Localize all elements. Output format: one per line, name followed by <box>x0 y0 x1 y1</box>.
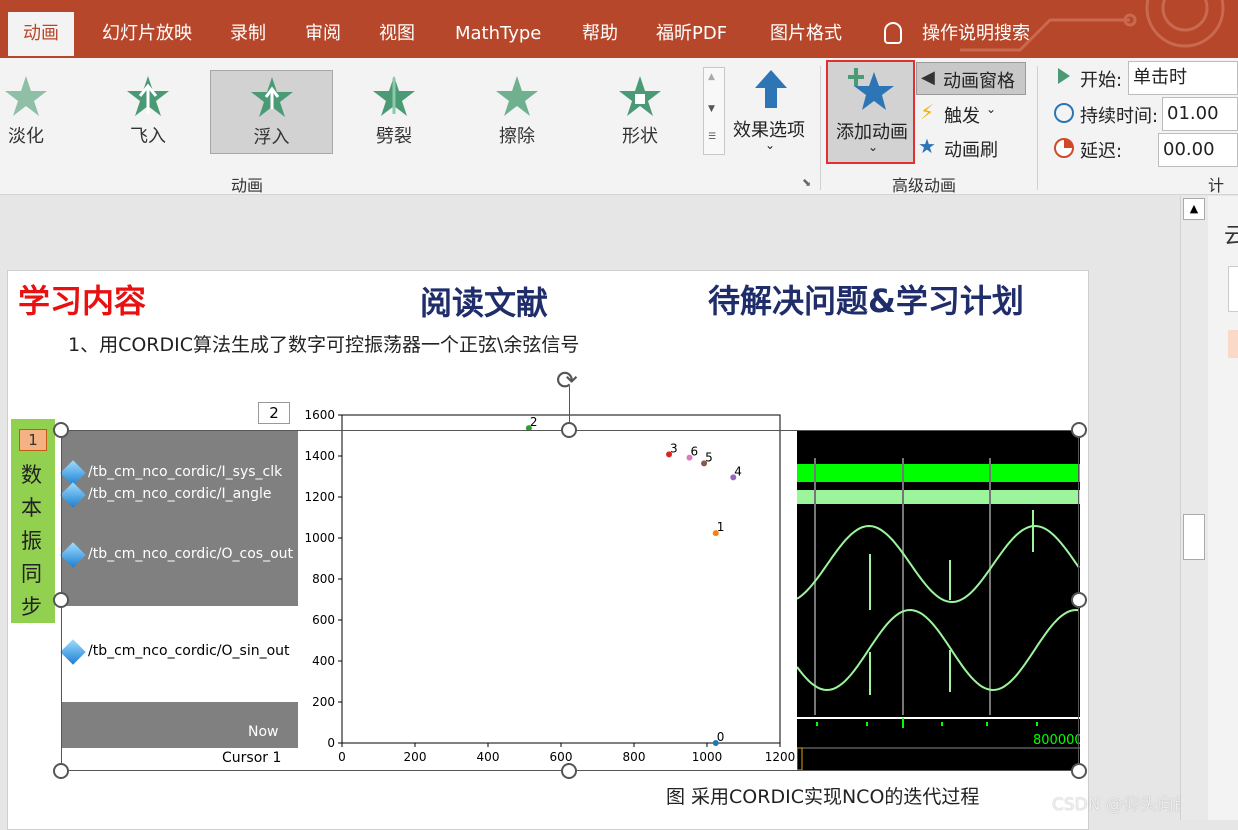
star-icon <box>250 77 293 117</box>
animation-tag-1: 1 <box>19 429 47 451</box>
resize-handle[interactable] <box>1071 763 1087 779</box>
effect-wipe-label: 擦除 <box>499 126 535 147</box>
trigger-button[interactable]: ⚡ 触发 ⌄ <box>918 100 1018 130</box>
tab-review[interactable]: 审阅 <box>305 12 341 56</box>
scroll-thumb[interactable] <box>1183 514 1205 560</box>
figure-caption[interactable]: 图 采用CORDIC实现NCO的迭代过程 <box>666 782 979 809</box>
animation-pane-label: 动画窗格 <box>943 71 1015 92</box>
painter-star-icon: ★ <box>918 134 936 158</box>
effect-wipe[interactable]: 擦除 <box>457 70 577 156</box>
scroll-up-icon[interactable]: ▲ <box>1183 198 1205 220</box>
side-char: 同 <box>21 562 42 586</box>
gallery-scroll[interactable]: ▲ ▼ ☰ <box>703 67 725 155</box>
effect-float-in-label: 浮入 <box>253 127 290 148</box>
tab-picture-format[interactable]: 图片格式 <box>770 12 842 56</box>
add-animation-button[interactable]: 添加动画 ⌄ <box>826 60 915 164</box>
star-icon <box>619 76 661 116</box>
star-icon <box>496 76 538 116</box>
delay-clock-icon <box>1054 138 1074 158</box>
effect-split-label: 劈裂 <box>376 126 412 147</box>
gallery-more-icon[interactable]: ☰ <box>708 132 716 142</box>
right-task-pane: 云 <box>1208 196 1238 820</box>
side-char: 步 <box>21 595 42 619</box>
star-icon <box>373 76 415 116</box>
tab-foxit-pdf[interactable]: 福昕PDF <box>656 12 727 56</box>
resize-handle[interactable] <box>53 592 69 608</box>
side-char: 数 <box>21 463 42 487</box>
clock-icon <box>1054 103 1074 123</box>
effect-shape-label: 形状 <box>622 126 658 147</box>
vertical-scrollbar[interactable]: ▲ <box>1180 196 1208 820</box>
tell-me-search[interactable]: 操作说明搜索 <box>922 12 1030 56</box>
duration-input[interactable]: 01.00 <box>1162 97 1238 131</box>
add-star-icon <box>848 68 894 110</box>
lightbulb-icon <box>884 22 902 44</box>
chevron-down-icon: ⌄ <box>868 140 879 154</box>
heading-learning-content[interactable]: 学习内容 <box>18 276 146 322</box>
effect-fade[interactable]: 淡化 <box>0 70 86 156</box>
trigger-label: 触发 <box>944 106 980 127</box>
divider <box>820 66 821 190</box>
group-label-advanced: 高级动画 <box>892 176 957 195</box>
group-label-animation: 动画 <box>231 176 264 195</box>
tab-animations[interactable]: 动画 <box>8 12 74 56</box>
play-icon <box>1058 68 1070 84</box>
start-label: 开始: <box>1080 70 1123 91</box>
side-char: 振 <box>21 529 42 553</box>
picture-selection-frame[interactable] <box>61 430 1079 771</box>
effect-fly-in[interactable]: 飞入 <box>88 70 208 156</box>
effect-fly-in-label: 飞入 <box>130 126 166 147</box>
animation-pane-button[interactable]: ◀ 动画窗格 <box>916 62 1026 95</box>
speaker-pane-icon: ◀ <box>921 67 935 88</box>
arrow-up-icon <box>755 70 787 108</box>
scroll-up-icon[interactable]: ▲ <box>708 72 715 82</box>
resize-handle[interactable] <box>53 763 69 779</box>
pane-input[interactable] <box>1228 266 1238 312</box>
animation-painter-label: 动画刷 <box>944 140 998 161</box>
effect-options-button[interactable]: 效果选项 ⌄ <box>733 66 811 162</box>
animation-painter-button[interactable]: ★ 动画刷 <box>918 134 1018 164</box>
effect-float-in[interactable]: 浮入 <box>210 70 333 154</box>
heading-problems-plan[interactable]: 待解决问题&学习计划 <box>708 276 1024 322</box>
delay-label: 延迟: <box>1080 141 1123 162</box>
heading-reading-literature[interactable]: 阅读文献 <box>420 278 548 324</box>
tab-slideshow[interactable]: 幻灯片放映 <box>102 12 192 56</box>
pane-item[interactable] <box>1228 330 1238 358</box>
star-icon <box>5 76 47 116</box>
resize-handle[interactable] <box>1071 422 1087 438</box>
effect-fade-label: 淡化 <box>8 126 44 147</box>
chevron-down-icon: ⌄ <box>986 102 997 116</box>
pane-title: 云 <box>1224 224 1238 249</box>
dialog-launcher-icon[interactable]: ⬊ <box>802 176 811 189</box>
animation-tag-2: 2 <box>258 402 290 424</box>
star-icon <box>127 76 169 116</box>
tab-view[interactable]: 视图 <box>379 12 415 56</box>
chevron-down-icon: ⌄ <box>765 138 776 152</box>
resize-handle[interactable] <box>53 422 69 438</box>
resize-handle[interactable] <box>561 422 577 438</box>
point-label: 2 <box>530 415 538 429</box>
effect-shape[interactable]: 形状 <box>580 70 700 156</box>
y-tick-label: 1600 <box>304 408 335 422</box>
tab-help[interactable]: 帮助 <box>582 12 618 56</box>
tab-mathtype[interactable]: MathType <box>455 12 541 56</box>
resize-handle[interactable] <box>1071 592 1087 608</box>
effect-split[interactable]: 劈裂 <box>334 70 454 156</box>
side-char: 本 <box>21 496 42 520</box>
tab-record[interactable]: 录制 <box>230 12 266 56</box>
lightning-icon: ⚡ <box>920 100 935 124</box>
rotate-handle-icon[interactable]: ⟳ <box>556 366 578 396</box>
divider <box>1037 66 1038 190</box>
delay-input[interactable]: 00.00 <box>1158 133 1238 167</box>
ribbon-tab-bar: 动画 幻灯片放映 录制 审阅 视图 MathType 帮助 福昕PDF 图片格式… <box>0 0 1238 60</box>
resize-handle[interactable] <box>561 763 577 779</box>
start-dropdown[interactable]: 单击时 <box>1128 61 1238 95</box>
bullet-text[interactable]: 1、用CORDIC算法生成了数字可控振荡器一个正弦\余弦信号 <box>68 330 579 357</box>
scroll-down-icon[interactable]: ▼ <box>708 104 715 114</box>
duration-label: 持续时间: <box>1080 106 1159 127</box>
side-text-box[interactable]: 1 数 本 振 同 步 <box>11 419 55 623</box>
